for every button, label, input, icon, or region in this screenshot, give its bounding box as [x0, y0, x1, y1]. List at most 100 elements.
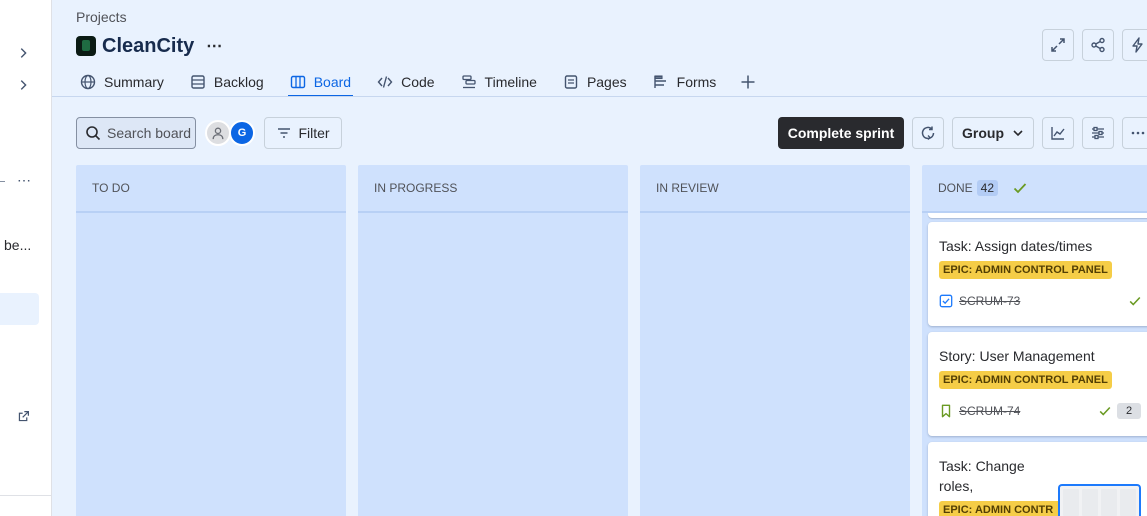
- card-title: Story: User Management: [939, 348, 1095, 364]
- pages-icon: [564, 74, 578, 89]
- refresh-icon: [921, 126, 935, 140]
- chevron-right-icon[interactable]: [16, 78, 30, 92]
- more-icon: [1131, 131, 1145, 135]
- story-points-badge[interactable]: 2: [1117, 403, 1141, 419]
- column-header[interactable]: IN REVIEW: [640, 165, 910, 213]
- column-header[interactable]: IN PROGRESS: [358, 165, 628, 213]
- project-more-icon[interactable]: ⋯: [206, 36, 223, 56]
- board-minimap[interactable]: [1058, 484, 1141, 516]
- tab-label: Timeline: [484, 73, 537, 90]
- chart-line-icon: [1051, 127, 1065, 140]
- add-tab-button[interactable]: [740, 66, 756, 97]
- minimap-column: [1120, 489, 1136, 516]
- minimap-column: [1063, 489, 1079, 516]
- more-actions-button[interactable]: [1122, 117, 1147, 149]
- complete-sprint-button[interactable]: Complete sprint: [778, 117, 904, 149]
- task-checkbox-icon: [939, 294, 953, 308]
- chevron-down-icon: [1013, 130, 1023, 137]
- issue-key-text: SCRUM-73: [959, 294, 1021, 308]
- column-in-progress: IN PROGRESS: [358, 165, 628, 516]
- sidebar-divider: [0, 495, 51, 496]
- issue-key[interactable]: SCRUM-73: [939, 292, 1020, 310]
- plus-icon: [741, 75, 755, 88]
- group-dropdown[interactable]: Group: [952, 117, 1034, 149]
- tab-label: Forms: [676, 73, 717, 90]
- tab-pages[interactable]: Pages: [561, 66, 629, 97]
- column-done: DONE 42 Task: Assign dates/times EPIC: A…: [922, 165, 1147, 516]
- checkmark-icon: [1013, 183, 1027, 194]
- column-title: IN REVIEW: [656, 181, 719, 195]
- external-link-icon[interactable]: [17, 410, 30, 423]
- filter-label: Filter: [298, 125, 330, 141]
- insights-button[interactable]: [1042, 117, 1074, 149]
- epic-label[interactable]: EPIC: ADMIN CONTROL PANEL: [939, 261, 1112, 279]
- search-icon: [86, 126, 101, 141]
- project-logo: [76, 36, 96, 56]
- column-header[interactable]: TO DO: [76, 165, 346, 213]
- epic-label[interactable]: EPIC: ADMIN CONTR: [939, 501, 1061, 516]
- chevron-right-icon[interactable]: [16, 46, 30, 60]
- tab-label: Summary: [104, 73, 164, 90]
- tab-board[interactable]: Board: [287, 66, 354, 97]
- card-title: Task: Assign dates/times: [939, 238, 1093, 254]
- issue-key-text: SCRUM-74: [959, 404, 1021, 418]
- sidebar-more-icon[interactable]: ⋯: [17, 172, 32, 189]
- sprint-refresh-button[interactable]: [912, 117, 944, 149]
- sidebar-active-item[interactable]: [0, 293, 39, 325]
- tab-summary[interactable]: Summary: [78, 66, 166, 97]
- issue-card[interactable]: Story: User Management EPIC: ADMIN CONTR…: [928, 332, 1147, 436]
- issue-count-badge: 42: [976, 180, 999, 196]
- column-in-review: IN REVIEW: [640, 165, 910, 516]
- fullscreen-button[interactable]: [1042, 29, 1074, 61]
- share-icon: [1091, 37, 1105, 53]
- view-settings-button[interactable]: [1082, 117, 1114, 149]
- minimap-column: [1101, 489, 1117, 516]
- column-header[interactable]: DONE 42: [922, 165, 1147, 213]
- tab-label: Code: [401, 73, 435, 90]
- board-icon: [290, 75, 305, 88]
- project-tabs: Summary Backlog Board Code Timeline Page…: [78, 66, 756, 97]
- group-label: Group: [962, 125, 1004, 141]
- left-sidebar: ⋯ be...: [0, 0, 52, 516]
- tab-timeline[interactable]: Timeline: [459, 66, 539, 97]
- done-check-icon: [1099, 406, 1111, 416]
- search-board-input[interactable]: Search board: [76, 117, 196, 149]
- column-title: DONE: [938, 181, 973, 195]
- tab-label: Backlog: [213, 73, 264, 90]
- tab-code[interactable]: Code: [375, 66, 436, 97]
- epic-label[interactable]: EPIC: ADMIN CONTROL PANEL: [939, 371, 1112, 389]
- column-todo: TO DO: [76, 165, 346, 516]
- avatar-user[interactable]: G: [229, 120, 255, 146]
- forms-icon: [653, 74, 666, 88]
- globe-icon: [80, 74, 96, 89]
- filter-button[interactable]: Filter: [264, 117, 342, 149]
- filter-icon: [278, 128, 291, 138]
- card-partial[interactable]: [928, 213, 1147, 218]
- minimap-column: [1082, 489, 1098, 516]
- tabs-divider: [52, 96, 1147, 97]
- tab-forms[interactable]: Forms: [651, 66, 719, 97]
- code-icon: [377, 75, 393, 88]
- story-bookmark-icon: [941, 404, 951, 418]
- tab-label: Board: [313, 73, 352, 90]
- expand-icon: [1051, 38, 1065, 52]
- automation-button[interactable]: [1122, 29, 1147, 61]
- issue-card[interactable]: Task: Assign dates/times EPIC: ADMIN CON…: [928, 222, 1147, 326]
- tab-backlog[interactable]: Backlog: [188, 66, 266, 97]
- sidebar-divider: [0, 181, 5, 182]
- share-button[interactable]: [1082, 29, 1114, 61]
- settings-sliders-icon: [1092, 126, 1104, 140]
- search-placeholder: Search board: [107, 125, 192, 141]
- avatar-unassigned[interactable]: [205, 120, 231, 146]
- backlog-icon: [191, 74, 205, 89]
- sidebar-item-label[interactable]: be...: [4, 237, 31, 253]
- lightning-icon: [1132, 37, 1143, 53]
- issue-key[interactable]: SCRUM-74: [939, 402, 1020, 420]
- timeline-icon: [461, 74, 476, 88]
- project-header: CleanCity ⋯: [76, 34, 223, 58]
- column-title: IN PROGRESS: [374, 181, 458, 195]
- done-check-icon: [1129, 296, 1141, 306]
- breadcrumb[interactable]: Projects: [76, 9, 127, 25]
- column-title: TO DO: [92, 181, 130, 195]
- page-title: CleanCity: [102, 34, 195, 57]
